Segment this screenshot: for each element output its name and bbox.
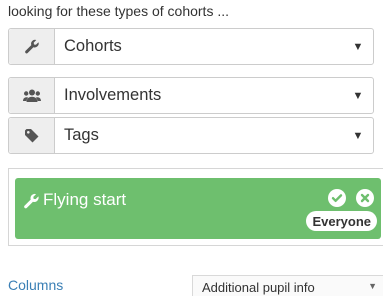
cohorts-select-label: Cohorts: [64, 37, 122, 55]
audience-badge[interactable]: Everyone: [306, 211, 377, 231]
wrench-icon: [9, 29, 55, 64]
tags-select[interactable]: Tags ▼: [8, 117, 374, 154]
cohorts-select[interactable]: Cohorts ▼: [8, 28, 374, 65]
tags-select-label: Tags: [64, 126, 99, 144]
additional-pupil-info-select[interactable]: Additional pupil info ▼: [192, 275, 383, 296]
involvements-select[interactable]: Involvements ▼: [8, 77, 374, 114]
cohort-chip-title: Flying start: [43, 190, 127, 209]
close-icon[interactable]: [356, 189, 374, 207]
tag-icon: [9, 118, 55, 153]
pupil-select-value: Additional pupil info: [202, 280, 315, 295]
check-icon[interactable]: [328, 189, 346, 207]
users-icon: [9, 78, 55, 113]
chevron-down-icon: ▼: [352, 89, 364, 102]
cohort-chip[interactable]: Flying start Everyone: [15, 178, 381, 239]
involvements-select-label: Involvements: [64, 86, 162, 104]
chevron-down-icon: ▼: [352, 129, 364, 142]
chevron-down-icon: ▼: [368, 281, 377, 291]
wrench-icon: [23, 193, 40, 215]
columns-link[interactable]: Columns: [8, 277, 63, 293]
intro-text: looking for these types of cohorts ...: [8, 3, 230, 19]
selected-cohorts-panel: Flying start Everyone: [8, 168, 383, 246]
chevron-down-icon: ▼: [352, 40, 364, 53]
